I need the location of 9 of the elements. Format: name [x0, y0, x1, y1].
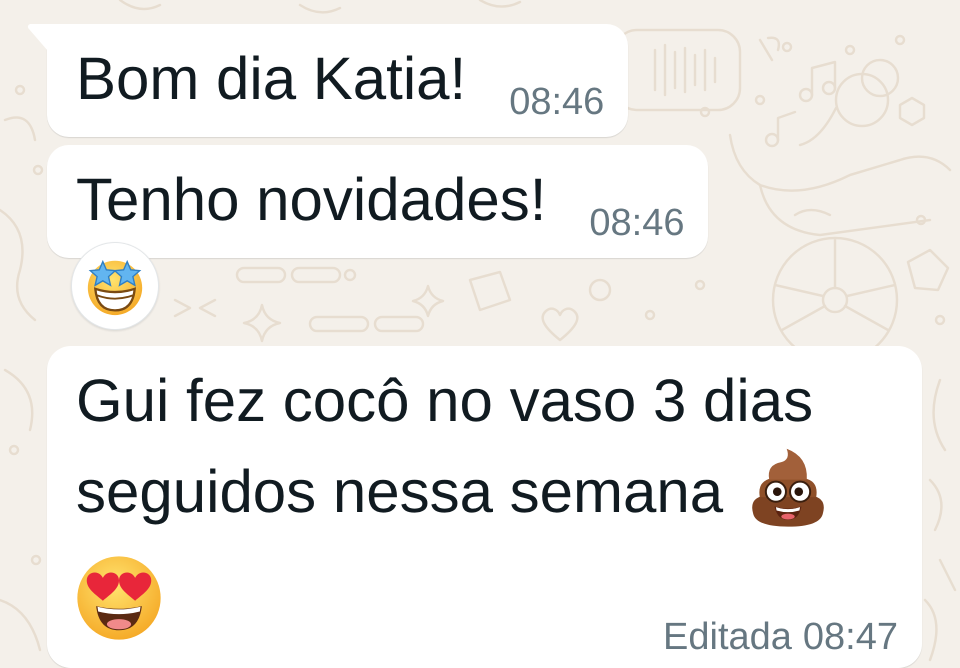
- message-text: Gui fez cocô no vaso 3 dias: [76, 366, 814, 436]
- message-time: 08:47: [802, 618, 898, 656]
- message-text: Bom dia Katia!: [76, 44, 466, 114]
- message-text: seguidos nessa semana: [76, 457, 724, 527]
- message-text: Tenho novidades!: [76, 165, 546, 235]
- message-time: 08:46: [509, 83, 604, 121]
- heart-eyes-emoji-icon: [76, 555, 162, 641]
- message-time: 08:46: [589, 204, 684, 242]
- edited-label: Editada: [663, 618, 792, 656]
